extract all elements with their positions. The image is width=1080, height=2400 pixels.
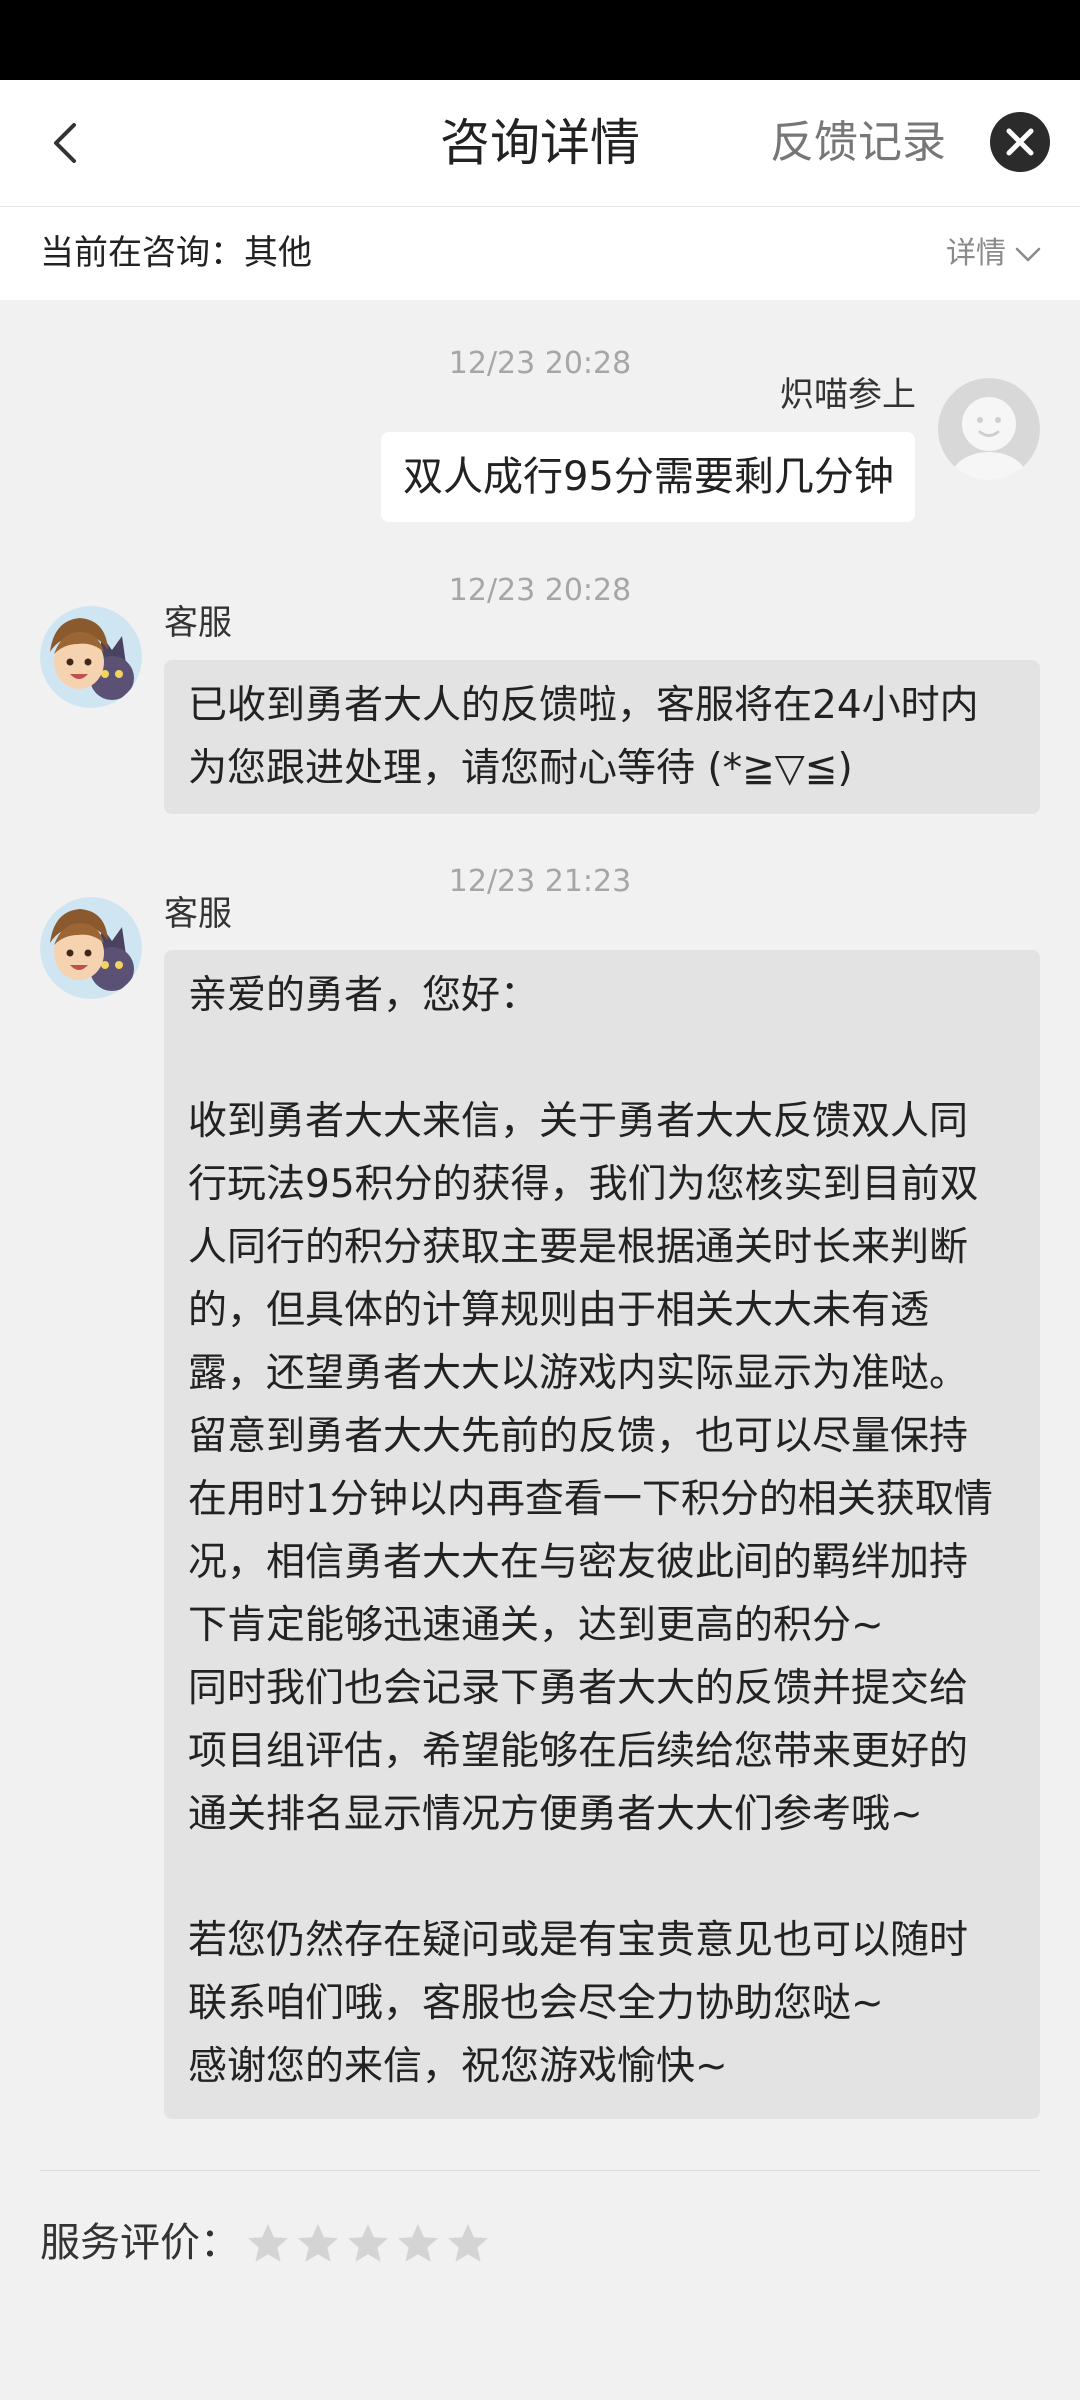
close-icon: [1006, 128, 1034, 156]
support-agent-avatar-icon: [40, 897, 142, 999]
message-line: 已收到勇者大人的反馈啦，客服将在24小时内: [188, 683, 979, 728]
message-line: 感谢您的来信，祝您游戏愉快~: [188, 2044, 728, 2089]
message-line: 留意到勇者大大先前的反馈，也可以尽量保持: [188, 1414, 969, 1459]
status-bar: [0, 0, 1080, 80]
sender-name: 客服: [164, 603, 232, 643]
star-icon: [298, 2224, 338, 2262]
message-text: 双人成行95分需要剩几分钟: [403, 454, 894, 500]
message-timestamp: 12/23 20:28: [448, 346, 632, 381]
message-line: 项目组评估，希望能够在后续给您带来更好的: [188, 1729, 969, 1774]
star-icon: [348, 2224, 388, 2262]
service-rating-stars: [246, 2218, 490, 2270]
star-icon: [248, 2224, 288, 2262]
message-line: 若您仍然存在疑问或是有宝贵意见也可以随时: [188, 1918, 969, 1963]
details-label: 详情: [946, 236, 1006, 271]
default-avatar-icon: [938, 378, 1040, 480]
details-toggle[interactable]: 详情: [946, 232, 1042, 276]
message-line: 的，但具体的计算规则由于相关大大未有透: [188, 1288, 930, 1333]
message-line: 人同行的积分获取主要是根据通关时长来判断: [188, 1225, 969, 1270]
message-timestamp: 12/23 21:23: [448, 864, 632, 899]
message-line: 通关排名显示情况方便勇者大大们参考哦~: [188, 1792, 923, 1837]
star-icon: [448, 2224, 488, 2262]
message-line: 露，还望勇者大大以游戏内实际显示为准哒。: [188, 1351, 969, 1396]
message-line: 收到勇者大大来信，关于勇者大大反馈双人同: [188, 1099, 969, 1144]
user-avatar[interactable]: [938, 378, 1040, 480]
rating-star-3[interactable]: [346, 2222, 390, 2266]
rating-star-2[interactable]: [296, 2222, 340, 2266]
support-avatar[interactable]: [40, 606, 142, 708]
chevron-down-icon: [1015, 247, 1041, 261]
message-line: 况，相信勇者大大在与密友彼此间的羁绊加持: [188, 1540, 969, 1585]
message-line: 同时我们也会记录下勇者大大的反馈并提交给: [188, 1666, 969, 1711]
message-timestamp: 12/23 20:28: [448, 573, 632, 608]
rating-star-1[interactable]: [246, 2222, 290, 2266]
support-agent-avatar-icon: [40, 606, 142, 708]
consult-topic-label: 当前在咨询：其他: [40, 233, 312, 273]
section-divider: [40, 2170, 1040, 2171]
message-line: 在用时1分钟以内再查看一下积分的相关获取情: [188, 1477, 993, 1522]
user-message-bubble: 双人成行95分需要剩几分钟: [381, 432, 915, 522]
message-line: 为您跟进处理，请您耐心等待 (*≧▽≦): [188, 746, 853, 791]
message-line: 联系咱们哦，客服也会尽全力协助您哒~: [188, 1981, 884, 2026]
message-line: 行玩法95积分的获得，我们为您核实到目前双: [188, 1162, 979, 1207]
support-avatar[interactable]: [40, 897, 142, 999]
support-message-bubble: 亲爱的勇者，您好： 收到勇者大大来信，关于勇者大大反馈双人同 行玩法95积分的获…: [164, 950, 1040, 2119]
support-message-bubble: 已收到勇者大人的反馈啦，客服将在24小时内 为您跟进处理，请您耐心等待 (*≧▽…: [164, 660, 1040, 814]
rating-star-4[interactable]: [396, 2222, 440, 2266]
sender-name: 客服: [164, 894, 232, 934]
sender-name: 炽喵参上: [780, 375, 916, 415]
feedback-records-link[interactable]: 反馈记录: [770, 114, 946, 172]
service-rating-label: 服务评价：: [40, 2220, 240, 2266]
close-button[interactable]: [990, 112, 1050, 172]
consult-topic-bar: 当前在咨询：其他 详情: [0, 207, 1080, 300]
message-line: 亲爱的勇者，您好：: [188, 973, 540, 1018]
rating-star-5[interactable]: [446, 2222, 490, 2266]
star-icon: [398, 2224, 438, 2262]
top-bar: 咨询详情 反馈记录: [0, 80, 1080, 207]
message-line: 下肯定能够迅速通关，达到更高的积分~: [188, 1603, 884, 1648]
